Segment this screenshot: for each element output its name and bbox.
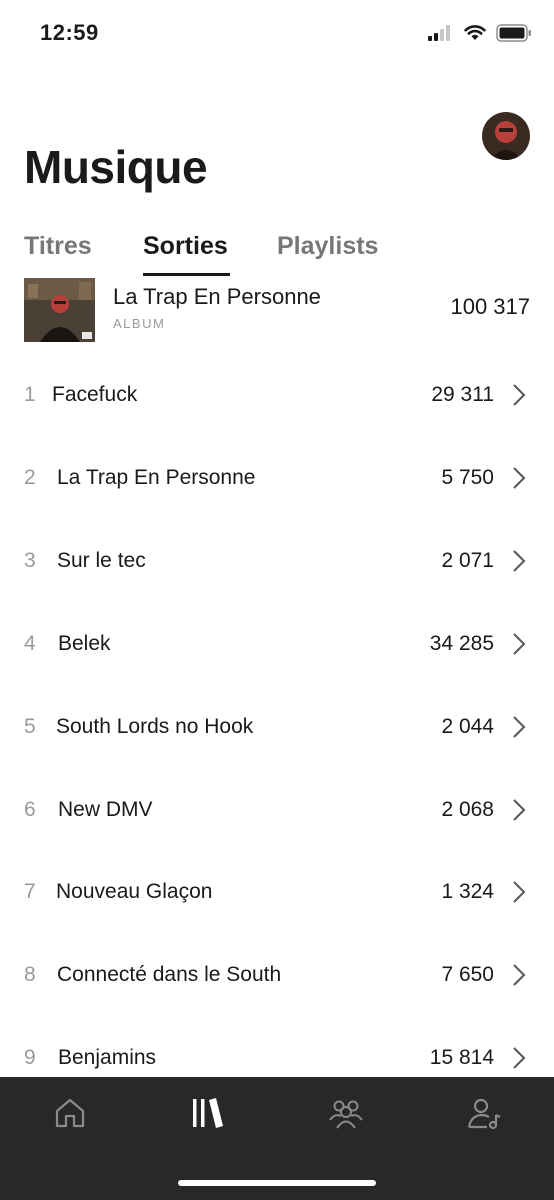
artist-profile-icon[interactable] (466, 1095, 502, 1131)
chevron-right-icon (513, 633, 526, 655)
track-title: South Lords no Hook (56, 715, 254, 738)
track-row[interactable]: 4 Belek 34 285 (0, 614, 554, 674)
album-stream-count: 100 317 (450, 294, 530, 319)
chevron-right-icon (513, 384, 526, 406)
track-number: 7 (24, 880, 36, 903)
chevron-right-icon (513, 467, 526, 489)
track-row[interactable]: 2 La Trap En Personne 5 750 (0, 448, 554, 508)
track-row[interactable]: 1 Facefuck 29 311 (0, 365, 554, 425)
track-title: Connecté dans le South (57, 963, 282, 986)
track-title: Nouveau Glaçon (56, 880, 213, 903)
active-tab-indicator (143, 273, 230, 276)
track-title: La Trap En Personne (57, 466, 256, 489)
track-title: New DMV (58, 798, 153, 821)
track-stream-count: 34 285 (429, 632, 494, 655)
track-stream-count: 15 814 (429, 1046, 494, 1069)
wifi-icon (464, 25, 486, 40)
track-row[interactable]: 7 Nouveau Glaçon 1 324 (0, 862, 554, 922)
status-time: 12:59 (40, 20, 99, 45)
track-row[interactable]: 5 South Lords no Hook 2 044 (0, 697, 554, 757)
track-stream-count: 2 044 (441, 715, 494, 738)
track-number: 4 (24, 632, 36, 655)
track-stream-count: 1 324 (441, 880, 494, 903)
track-stream-count: 2 071 (441, 549, 494, 572)
track-number: 5 (24, 715, 36, 738)
track-row[interactable]: 8 Connecté dans le South 7 650 (0, 945, 554, 1005)
chevron-right-icon (513, 964, 526, 986)
chevron-right-icon (513, 716, 526, 738)
track-title: Sur le tec (57, 549, 146, 572)
status-icons (428, 24, 532, 42)
track-row[interactable]: 6 New DMV 2 068 (0, 780, 554, 840)
album-cover (24, 278, 95, 342)
library-icon[interactable] (190, 1095, 226, 1131)
home-indicator[interactable] (178, 1180, 376, 1186)
track-title: Belek (58, 632, 111, 655)
track-stream-count: 29 311 (431, 383, 494, 406)
track-number: 2 (24, 466, 36, 489)
track-number: 1 (24, 383, 36, 406)
track-title: Facefuck (52, 383, 138, 406)
chevron-right-icon (513, 881, 526, 903)
tab-sorties[interactable]: Sorties (143, 232, 228, 261)
track-number: 9 (24, 1046, 36, 1069)
tab-titres[interactable]: Titres (24, 232, 92, 261)
track-stream-count: 5 750 (441, 466, 494, 489)
status-bar: 12:59 (0, 0, 554, 70)
track-row[interactable]: 3 Sur le tec 2 071 (0, 531, 554, 591)
album-title: La Trap En Personne (113, 284, 321, 309)
page-title: Musique (24, 141, 208, 193)
track-stream-count: 2 068 (441, 798, 494, 821)
album-row[interactable]: La Trap En Personne ALBUM 100 317 (24, 278, 530, 342)
track-title: Benjamins (58, 1046, 157, 1069)
album-type-label: ALBUM (113, 316, 166, 331)
track-number: 3 (24, 549, 36, 572)
battery-icon (496, 24, 531, 42)
cellular-signal-icon (428, 25, 450, 41)
avatar-image (482, 112, 530, 160)
track-number: 8 (24, 963, 36, 986)
home-icon[interactable] (52, 1095, 88, 1131)
audience-icon[interactable] (328, 1095, 364, 1131)
track-number: 6 (24, 798, 36, 821)
profile-avatar[interactable] (482, 112, 530, 160)
track-stream-count: 7 650 (441, 963, 494, 986)
chevron-right-icon (513, 1047, 526, 1069)
chevron-right-icon (513, 799, 526, 821)
tab-playlists[interactable]: Playlists (277, 232, 378, 261)
chevron-right-icon (513, 550, 526, 572)
